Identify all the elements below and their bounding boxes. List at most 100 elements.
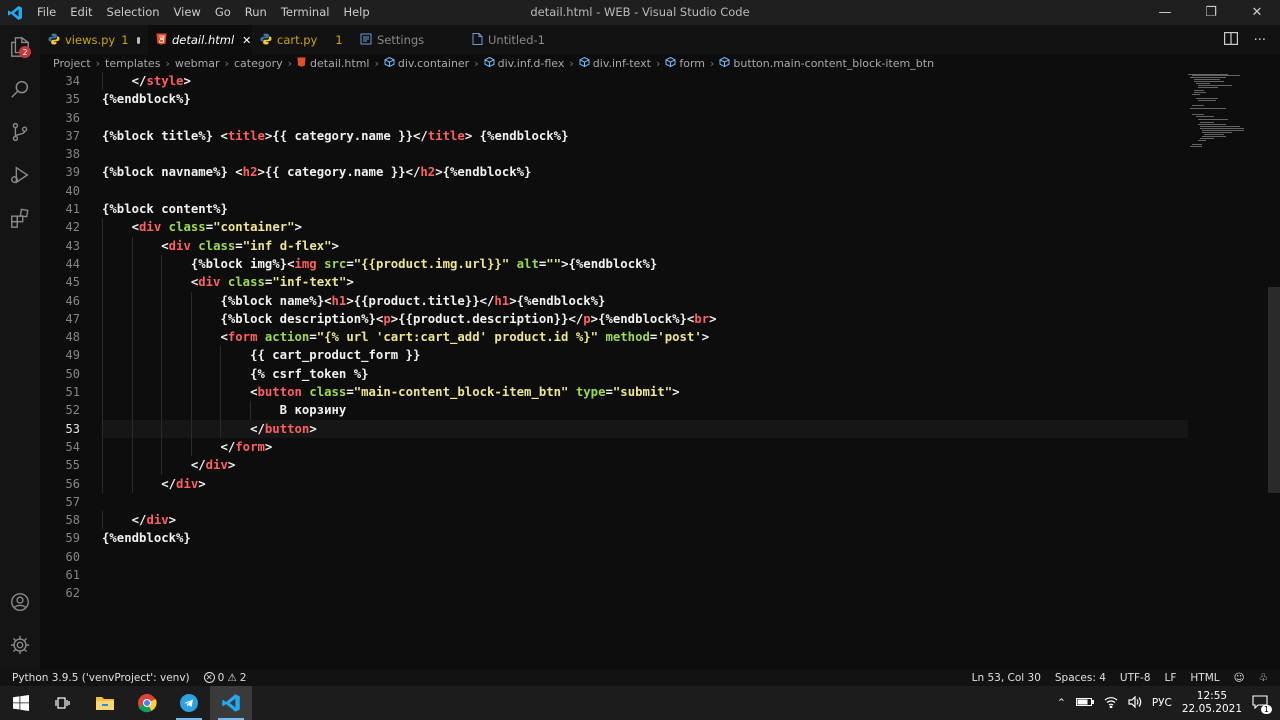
code-line[interactable]: {%block title%} <title>{{ category.name … — [102, 127, 1188, 145]
extensions-icon[interactable] — [0, 198, 40, 238]
code-line[interactable]: {%block navname%} <h2>{{ category.name }… — [102, 163, 1188, 181]
menu-help[interactable]: Help — [336, 0, 376, 25]
chrome-taskbar-icon[interactable] — [126, 686, 168, 720]
code-line[interactable] — [102, 548, 1188, 566]
code-line[interactable]: {% csrf_token %} — [102, 364, 1188, 384]
indent-guide — [220, 401, 222, 420]
breadcrumb-item[interactable]: div.inf-text — [579, 56, 651, 70]
code-line[interactable] — [102, 566, 1188, 584]
split-editor-icon[interactable] — [1223, 31, 1238, 49]
code-line[interactable] — [102, 493, 1188, 511]
tab-views-py[interactable]: views.py 1 — [40, 25, 148, 55]
show-hidden-icons-chevron-icon[interactable]: ⌃ — [1057, 697, 1066, 709]
problems-indicator[interactable]: ✕ 0 ⚠ 2 — [203, 672, 246, 684]
code-line[interactable]: {{ cart_product_form }} — [102, 346, 1188, 365]
menu-view[interactable]: View — [167, 0, 208, 25]
notification-center-icon[interactable]: 1 — [1252, 694, 1272, 714]
language-mode[interactable]: HTML — [1190, 672, 1219, 684]
minimap-line — [1192, 94, 1200, 95]
code-line[interactable]: </div> — [102, 474, 1188, 493]
code-line[interactable] — [102, 145, 1188, 163]
run-debug-icon[interactable] — [0, 155, 40, 195]
manage-gear-icon[interactable] — [0, 625, 40, 665]
battery-icon[interactable] — [1075, 697, 1094, 710]
telegram-taskbar-icon[interactable] — [168, 686, 210, 720]
menu-selection[interactable]: Selection — [100, 0, 167, 25]
code-line[interactable]: <div class="inf d-flex"> — [102, 236, 1188, 255]
code-line[interactable]: {%block description%}<p>{{product.descri… — [102, 309, 1188, 329]
menu-run[interactable]: Run — [238, 0, 274, 25]
vertical-scrollbar[interactable] — [1268, 287, 1280, 493]
indent-guide — [102, 328, 103, 347]
breadcrumb-item[interactable]: webmar — [175, 57, 220, 70]
network-icon[interactable] — [1104, 696, 1118, 711]
code-line[interactable]: <form action="{% url 'cart:cart_add' pro… — [102, 328, 1188, 347]
breadcrumb-item[interactable]: detail.html — [297, 57, 369, 70]
code-line[interactable]: {%endblock%} — [102, 90, 1188, 108]
python-interpreter[interactable]: Python 3.9.5 ('venvProject': venv) — [12, 672, 190, 684]
tab-untitled-1[interactable]: Untitled-1 — [452, 25, 562, 55]
end-of-line[interactable]: LF — [1165, 672, 1177, 684]
indentation[interactable]: Spaces: 4 — [1055, 672, 1106, 684]
breadcrumb-item[interactable]: div.container — [384, 56, 469, 70]
code-line[interactable]: </button> — [102, 419, 1188, 438]
code-line[interactable] — [102, 584, 1188, 602]
tab-cart-py[interactable]: cart.py 1 — [252, 25, 343, 55]
code-line[interactable]: В корзину — [102, 401, 1188, 420]
cursor-position[interactable]: Ln 53, Col 30 — [972, 672, 1041, 684]
close-window-button[interactable]: ✕ — [1234, 0, 1280, 25]
code-line[interactable] — [102, 182, 1188, 200]
breadcrumb-label: Project — [53, 57, 91, 70]
code-line[interactable]: </div> — [102, 511, 1188, 530]
maximize-button[interactable]: ❐ — [1188, 0, 1234, 25]
code-editor[interactable]: 34 35 36 37 38 39 40 41 42 43 44 45 46 47 48 49 50 51 52 53… — [40, 72, 1280, 669]
file-explorer-taskbar-icon[interactable] — [84, 686, 126, 720]
close-tab-icon[interactable]: ✕ — [242, 34, 251, 47]
menu-edit[interactable]: Edit — [63, 0, 99, 25]
minimize-button[interactable]: — — [1142, 0, 1188, 25]
feedback-icon[interactable]: ☺ — [1234, 672, 1245, 684]
breadcrumb-item[interactable]: category — [234, 57, 283, 70]
vscode-taskbar-icon[interactable] — [210, 686, 252, 720]
breadcrumb-item[interactable]: Project — [53, 57, 91, 70]
modified-dot-icon[interactable] — [136, 36, 140, 44]
code-line[interactable]: </style> — [102, 72, 1188, 91]
tab-detail-html[interactable]: detail.html ✕ — [148, 25, 252, 55]
accounts-icon[interactable] — [0, 582, 40, 622]
breadcrumb-item[interactable]: form — [665, 56, 705, 70]
line-number: 40 — [65, 183, 80, 198]
breadcrumb-item[interactable]: button.main-content_block-item_btn — [719, 56, 934, 70]
code-line[interactable]: {%block content%} — [102, 200, 1188, 218]
menu-file[interactable]: File — [30, 0, 63, 25]
volume-icon[interactable] — [1128, 695, 1142, 711]
breadcrumb-separator-icon: › — [95, 57, 101, 70]
breadcrumb-item[interactable]: div.inf.d-flex — [484, 56, 564, 70]
code-line[interactable]: </form> — [102, 437, 1188, 457]
more-actions-icon[interactable]: ··· — [1254, 33, 1266, 48]
code-line[interactable]: {%endblock%} — [102, 529, 1188, 547]
clock[interactable]: 12:55 22.05.2021 — [1182, 690, 1242, 716]
code-line[interactable]: <div class="container"> — [102, 218, 1188, 237]
menu-go[interactable]: Go — [208, 0, 238, 25]
code-line[interactable]: {%block img%}<img src="{{product.img.url… — [102, 254, 1188, 274]
clock-time: 12:55 — [1196, 690, 1228, 702]
explorer-icon[interactable]: 2 — [0, 27, 40, 67]
source-control-icon[interactable] — [0, 112, 40, 152]
code-line[interactable] — [102, 109, 1188, 127]
task-view-icon[interactable] — [42, 686, 84, 720]
notifications-bell-icon[interactable]: ♧ — [1259, 672, 1268, 684]
code-area[interactable]: </style> {%endblock%} {%block title%} <tit… — [102, 72, 1188, 603]
search-icon[interactable] — [0, 69, 40, 109]
code-line[interactable]: <button class="main-content_block-item_b… — [102, 383, 1188, 402]
tab-settings[interactable]: Settings — [342, 25, 452, 55]
minimap[interactable] — [1188, 72, 1268, 669]
code-line[interactable]: </div> — [102, 456, 1188, 475]
code-line[interactable]: {%block name%}<h1>{{product.title}}</h1>… — [102, 291, 1188, 310]
encoding[interactable]: UTF-8 — [1120, 672, 1151, 684]
input-language[interactable]: РУС — [1152, 697, 1172, 709]
code-line[interactable]: <div class="inf-text"> — [102, 273, 1188, 292]
breadcrumb-item[interactable]: templates — [105, 57, 160, 70]
menu-terminal[interactable]: Terminal — [274, 0, 337, 25]
start-windows-icon[interactable] — [0, 686, 42, 720]
indent-guide — [131, 236, 133, 255]
